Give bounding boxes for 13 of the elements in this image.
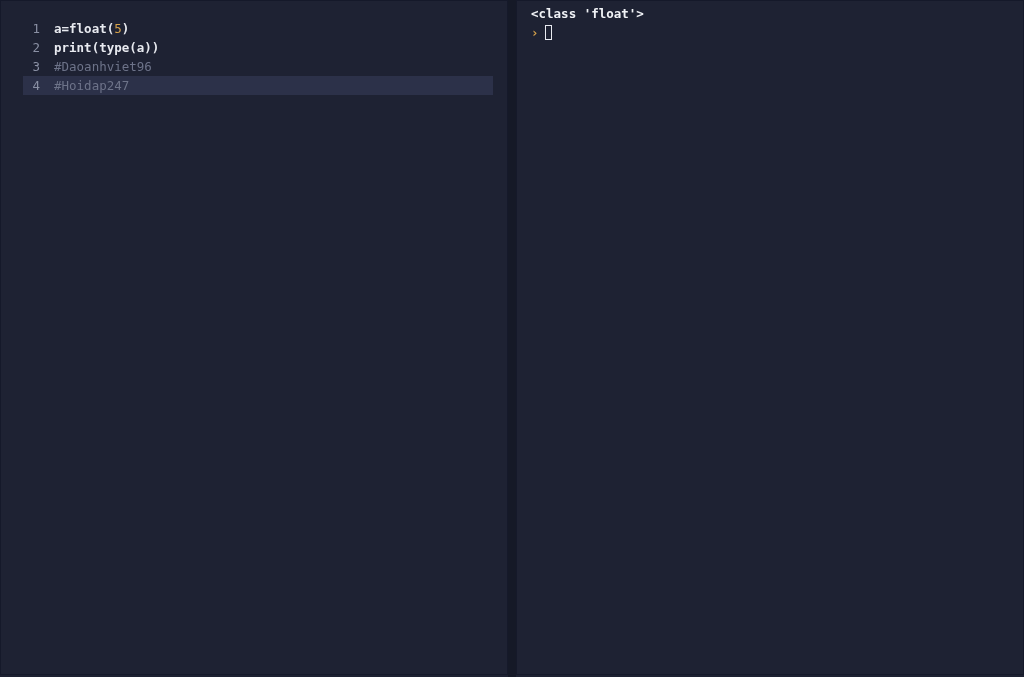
code-editor[interactable]: 1 a=float(5) 2 print(type(a)) 3 #Daoanhviet96 4 #Hoidap247 bbox=[0, 0, 508, 675]
prompt-symbol: › bbox=[531, 24, 539, 40]
code-text: a=float(5) bbox=[54, 21, 130, 36]
console-panel[interactable]: <class 'float'> › bbox=[516, 0, 1024, 675]
code-text: #Hoidap247 bbox=[54, 78, 130, 93]
line-number: 2 bbox=[31, 40, 41, 55]
line-number: 1 bbox=[31, 21, 41, 36]
text-cursor bbox=[544, 24, 552, 40]
line-number: 4 bbox=[31, 78, 41, 93]
console-output: <class 'float'> bbox=[531, 6, 645, 23]
code-text: #Daoanhviet96 bbox=[54, 59, 152, 74]
code-text: print(type(a)) bbox=[54, 40, 160, 55]
line-number: 3 bbox=[31, 59, 41, 74]
